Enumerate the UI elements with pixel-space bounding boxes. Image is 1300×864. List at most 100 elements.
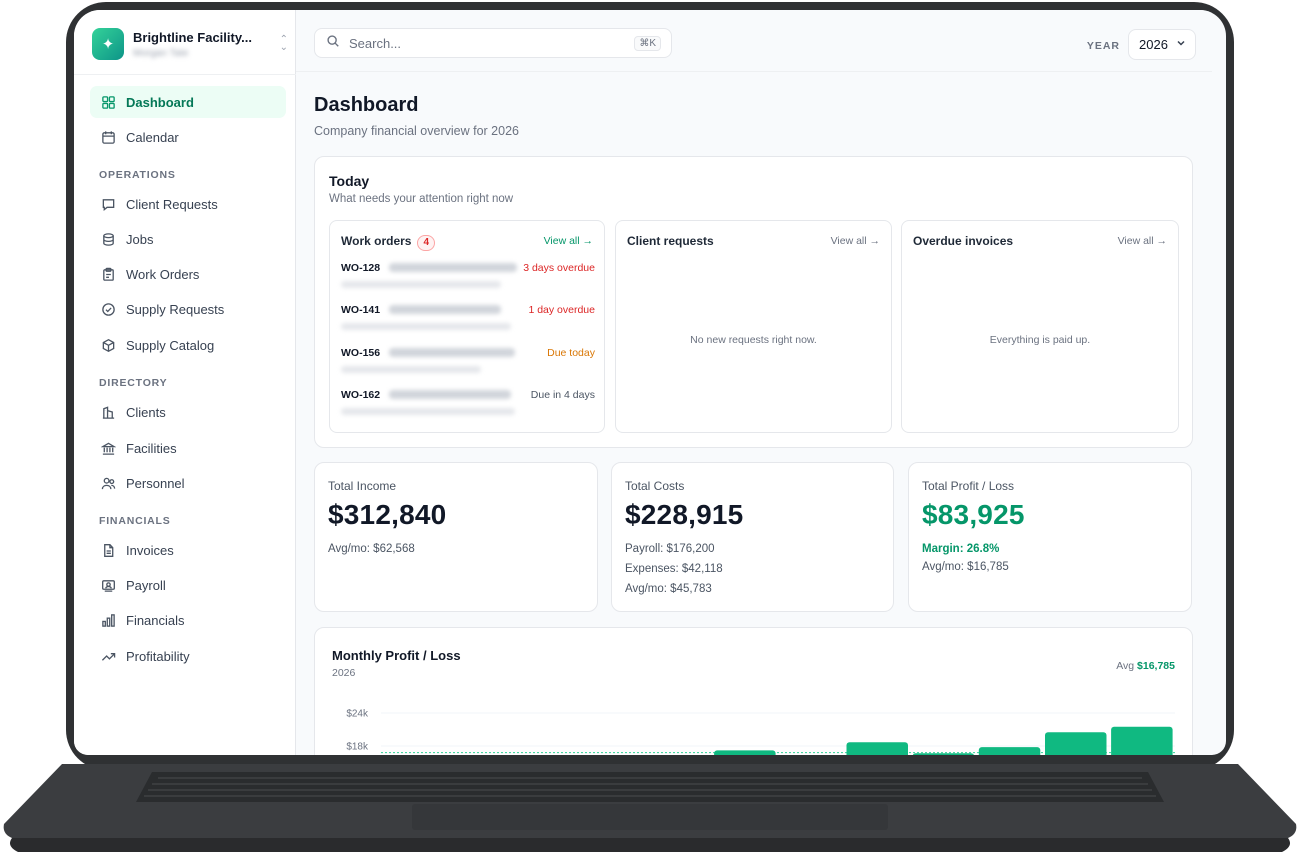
database-icon [100, 231, 116, 247]
org-logo-icon: ✦ [92, 28, 124, 60]
message-icon [100, 196, 116, 212]
file-icon [100, 542, 116, 558]
sidebar-divider [74, 74, 296, 75]
page-title: Dashboard [314, 94, 419, 116]
search-shortcut: ⌘K [634, 36, 661, 51]
sidebar-item-label: Financials [126, 612, 185, 628]
section-label-operations: OPERATIONS [99, 169, 176, 181]
redacted-detail [341, 366, 481, 373]
redacted-title [389, 390, 511, 399]
client-requests-title: Client requests [627, 234, 714, 248]
metric-value: $312,840 [328, 499, 447, 530]
sidebar-item-profitability[interactable]: Profitability [90, 640, 286, 672]
overdue-invoices-empty-state: Everything is paid up. [989, 334, 1091, 346]
work-order-row[interactable]: WO-162 Due in 4 days [341, 389, 595, 429]
client-requests-card: Client requests View all → No new reques… [615, 220, 892, 433]
overdue-invoices-title: Overdue invoices [913, 234, 1014, 248]
search-input[interactable]: Search... ⌘K [314, 28, 672, 58]
sidebar-item-calendar[interactable]: Calendar [90, 121, 286, 153]
redacted-detail [341, 281, 501, 288]
sidebar-item-label: Facilities [126, 440, 177, 456]
sidebar: ✦ Brightline Facility... Morgan Tate ⌃ ⌄ … [74, 10, 296, 755]
bar-chart-icon [100, 612, 116, 628]
box-icon [100, 337, 116, 353]
total-profit-card: Total Profit / Loss $83,925 Margin: 26.8… [908, 462, 1192, 612]
work-order-id: WO-141 [341, 304, 381, 316]
sidebar-item-label: Client Requests [126, 196, 218, 212]
calendar-icon [100, 129, 116, 145]
sidebar-item-client-requests[interactable]: Client Requests [90, 188, 286, 220]
metric-value: $83,925 [922, 499, 1025, 530]
year-value: 2026 [1139, 37, 1168, 52]
sidebar-item-label: Supply Requests [126, 301, 225, 317]
overdue-invoices-card: Overdue invoices View all → Everything i… [901, 220, 1179, 433]
profit-bar-chart: $24k $18k [346, 709, 1175, 755]
work-order-id: WO-162 [341, 389, 381, 401]
bar-sep[interactable] [912, 753, 975, 755]
metric-avg: Avg/mo: $16,785 [922, 561, 1009, 573]
redacted-title [389, 305, 501, 314]
metric-label: Total Income [328, 479, 397, 493]
org-name: Brightline Facility... [133, 30, 252, 45]
sidebar-item-work-orders[interactable]: Work Orders [90, 258, 286, 290]
sidebar-item-personnel[interactable]: Personnel [90, 467, 286, 499]
sidebar-item-label: Calendar [126, 129, 179, 145]
bar-jun[interactable] [714, 750, 776, 755]
sidebar-item-label: Work Orders [126, 266, 200, 282]
total-income-card: Total Income $312,840 Avg/mo: $62,568 [314, 462, 598, 612]
redacted-detail [341, 323, 511, 330]
org-switcher[interactable]: ✦ Brightline Facility... Morgan Tate ⌃ ⌄ [92, 28, 288, 64]
bar-oct[interactable] [978, 747, 1041, 755]
sidebar-item-invoices[interactable]: Invoices [90, 534, 286, 566]
org-subtitle: Morgan Tate [133, 48, 189, 59]
sidebar-item-label: Profitability [126, 648, 190, 664]
sidebar-item-supply-requests[interactable]: Supply Requests [90, 293, 286, 325]
users-icon [100, 475, 116, 491]
today-card: Today What needs your attention right no… [314, 156, 1193, 448]
redacted-title [389, 263, 517, 272]
today-subtitle: What needs your attention right now [329, 193, 514, 205]
work-order-row[interactable]: WO-128 3 days overdue [341, 262, 595, 302]
metric-label: Total Profit / Loss [922, 479, 1015, 493]
sidebar-item-clients[interactable]: Clients [90, 396, 286, 428]
chevron-up-down-icon: ⌃ ⌄ [279, 34, 288, 53]
sidebar-item-jobs[interactable]: Jobs [90, 223, 286, 255]
search-placeholder: Search... [349, 35, 402, 51]
sidebar-item-facilities[interactable]: Facilities [90, 432, 286, 464]
work-orders-title-text: Work orders [341, 234, 412, 248]
clipboard-icon [100, 266, 116, 282]
check-circle-icon [100, 301, 116, 317]
work-order-row[interactable]: WO-141 1 day overdue [341, 304, 595, 344]
bar-aug[interactable] [846, 742, 909, 755]
overdue-invoices-view-all-link[interactable]: View all → [1118, 235, 1167, 247]
today-title: Today [329, 173, 370, 189]
year-label: YEAR [1086, 40, 1120, 52]
metric-payroll: Payroll: $176,200 [625, 543, 715, 555]
sidebar-item-dashboard[interactable]: Dashboard [90, 86, 286, 118]
metric-avg: Avg/mo: $45,783 [625, 583, 712, 595]
sidebar-item-label: Personnel [126, 475, 185, 491]
redacted-title [389, 348, 515, 357]
trending-up-icon [100, 648, 116, 664]
metric-avg: Avg/mo: $62,568 [328, 543, 415, 555]
bank-icon [100, 440, 116, 456]
work-orders-view-all-link[interactable]: View all → [544, 235, 593, 247]
client-requests-empty-state: No new requests right now. [690, 334, 817, 346]
buildings-icon [100, 404, 116, 420]
sidebar-item-label: Payroll [126, 577, 166, 593]
year-select[interactable]: 2026 [1128, 29, 1196, 60]
sidebar-item-financials[interactable]: Financials [90, 604, 286, 636]
work-orders-card: Work orders 4 View all → WO-128 3 days ov… [329, 220, 605, 433]
sidebar-item-supply-catalog[interactable]: Supply Catalog [90, 329, 286, 361]
work-order-status: 1 day overdue [528, 304, 595, 316]
work-orders-title: Work orders 4 [341, 234, 436, 251]
sidebar-item-payroll[interactable]: Payroll [90, 569, 286, 601]
bar-dec[interactable] [1111, 726, 1173, 755]
work-order-row[interactable]: WO-156 Due today [341, 347, 595, 387]
client-requests-view-all-link[interactable]: View all → [831, 235, 880, 247]
metric-margin: Margin: 26.8% [922, 543, 1000, 555]
page-subtitle: Company financial overview for 2026 [314, 124, 519, 138]
bar-nov[interactable] [1045, 732, 1107, 755]
app-screen: ✦ Brightline Facility... Morgan Tate ⌃ ⌄ … [74, 10, 1226, 755]
work-order-status: 3 days overdue [523, 262, 595, 274]
